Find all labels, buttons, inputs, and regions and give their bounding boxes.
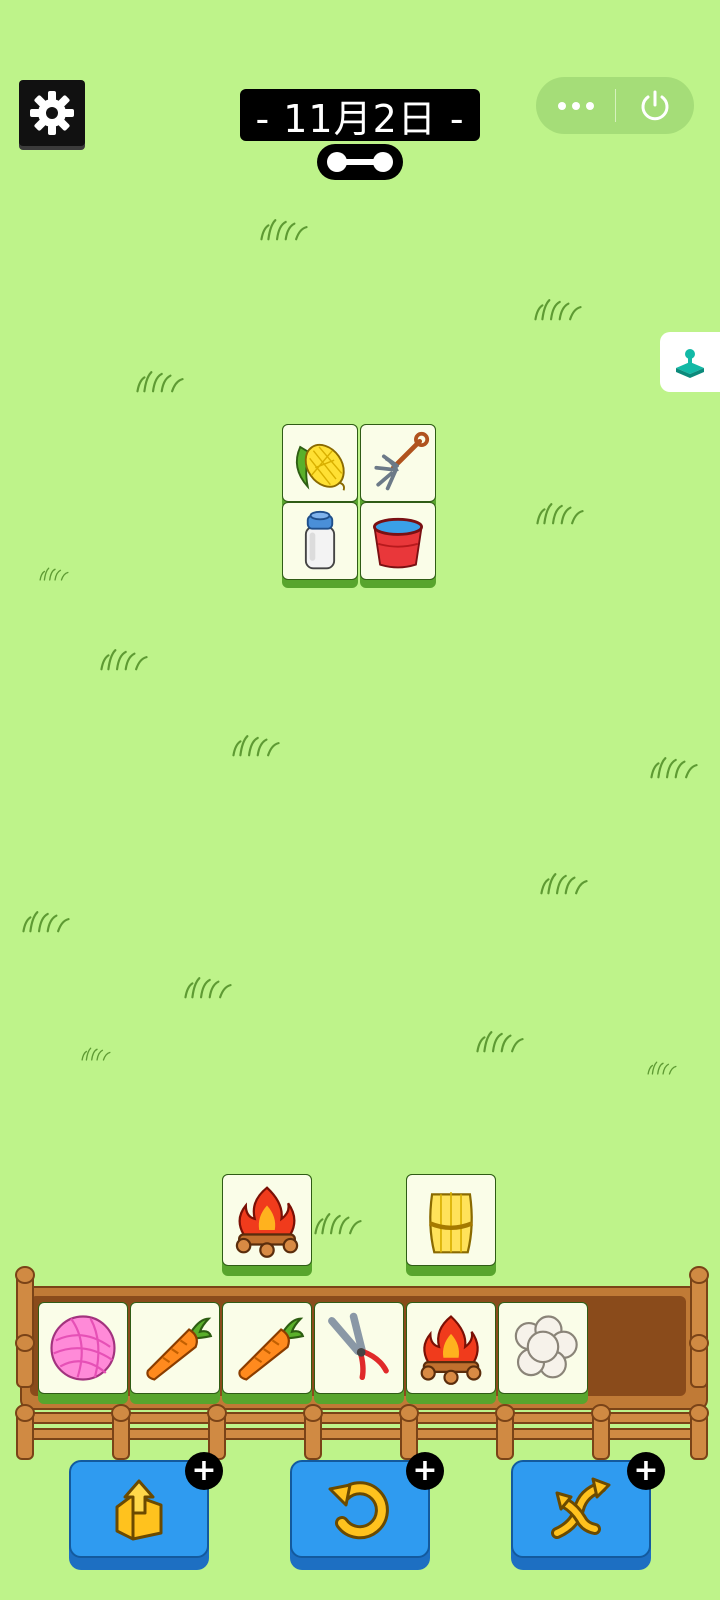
date-title: - 11月2日 - (240, 89, 480, 141)
power-icon (641, 90, 668, 120)
fence-post (689, 1334, 709, 1388)
grass-decoration (98, 644, 150, 672)
fence-post (15, 1404, 35, 1460)
more-dots-icon (557, 101, 594, 110)
rack-item-carrot (130, 1302, 220, 1404)
grass-decoration (646, 1050, 678, 1084)
shuffle-icon (551, 1477, 611, 1539)
pruning-shears-icon (321, 1310, 397, 1386)
fence-post (495, 1404, 515, 1460)
fence-post (689, 1404, 709, 1460)
grass-decoration (538, 868, 590, 896)
grass-decoration (80, 1036, 112, 1070)
close-button[interactable] (615, 77, 694, 134)
fence-post (303, 1404, 323, 1460)
fence-post (591, 1404, 611, 1460)
carrot-icon (229, 1310, 305, 1386)
rack-item-yarn-ball (38, 1302, 128, 1404)
rack-item-wool (498, 1302, 588, 1404)
move-out-icon (115, 1479, 163, 1541)
shuffle-button[interactable]: + (511, 1452, 665, 1570)
tile-red-bucket[interactable] (360, 502, 436, 588)
fence-post (15, 1334, 35, 1388)
tile-campfire[interactable] (222, 1174, 312, 1276)
rack-item-campfire (406, 1302, 496, 1404)
game-hub-button[interactable] (660, 332, 720, 392)
milk-bottle-icon (287, 508, 353, 574)
more-button[interactable] (536, 77, 615, 134)
grass-decoration (258, 214, 310, 242)
rack-item-pruning-shears (314, 1302, 404, 1404)
undo-icon (328, 1481, 389, 1540)
grass-decoration (532, 294, 584, 322)
grass-decoration (474, 1026, 526, 1054)
grass-decoration (20, 906, 72, 934)
wheat-bundle-icon (412, 1181, 490, 1259)
campfire-icon (228, 1181, 306, 1259)
date-label: - 11月2日 - (255, 96, 465, 141)
pitchfork-icon (365, 430, 431, 496)
tile-wheat-bundle[interactable] (406, 1174, 496, 1276)
tile-corn[interactable] (282, 424, 358, 510)
grass-decoration (134, 366, 186, 394)
tile-milk-bottle[interactable] (282, 502, 358, 588)
grass-decoration (38, 556, 70, 590)
carrot-icon (137, 1310, 213, 1386)
add-move-out-badge[interactable]: + (185, 1452, 223, 1490)
move-out-button[interactable]: + (69, 1452, 223, 1570)
progress-indicator (317, 144, 403, 180)
mini-program-capsule (536, 77, 694, 134)
tile-pitchfork[interactable] (360, 424, 436, 510)
red-bucket-icon (365, 508, 431, 574)
grass-decoration (648, 752, 700, 780)
add-undo-badge[interactable]: + (406, 1452, 444, 1490)
undo-button[interactable]: + (290, 1452, 444, 1570)
grass-decoration (312, 1208, 364, 1236)
grass-decoration (230, 730, 282, 758)
rack-item-carrot (222, 1302, 312, 1404)
campfire-icon (413, 1310, 489, 1386)
corn-icon (287, 430, 353, 496)
grass-decoration (534, 498, 586, 526)
fence-post (111, 1404, 131, 1460)
grass-decoration (182, 972, 234, 1000)
add-shuffle-badge[interactable]: + (627, 1452, 665, 1490)
bone-progress-icon (327, 152, 393, 172)
wool-icon (505, 1310, 581, 1386)
gear-icon (30, 91, 74, 135)
yarn-ball-icon (45, 1310, 121, 1386)
game-hub-icon (676, 349, 704, 378)
settings-button[interactable] (19, 80, 85, 146)
